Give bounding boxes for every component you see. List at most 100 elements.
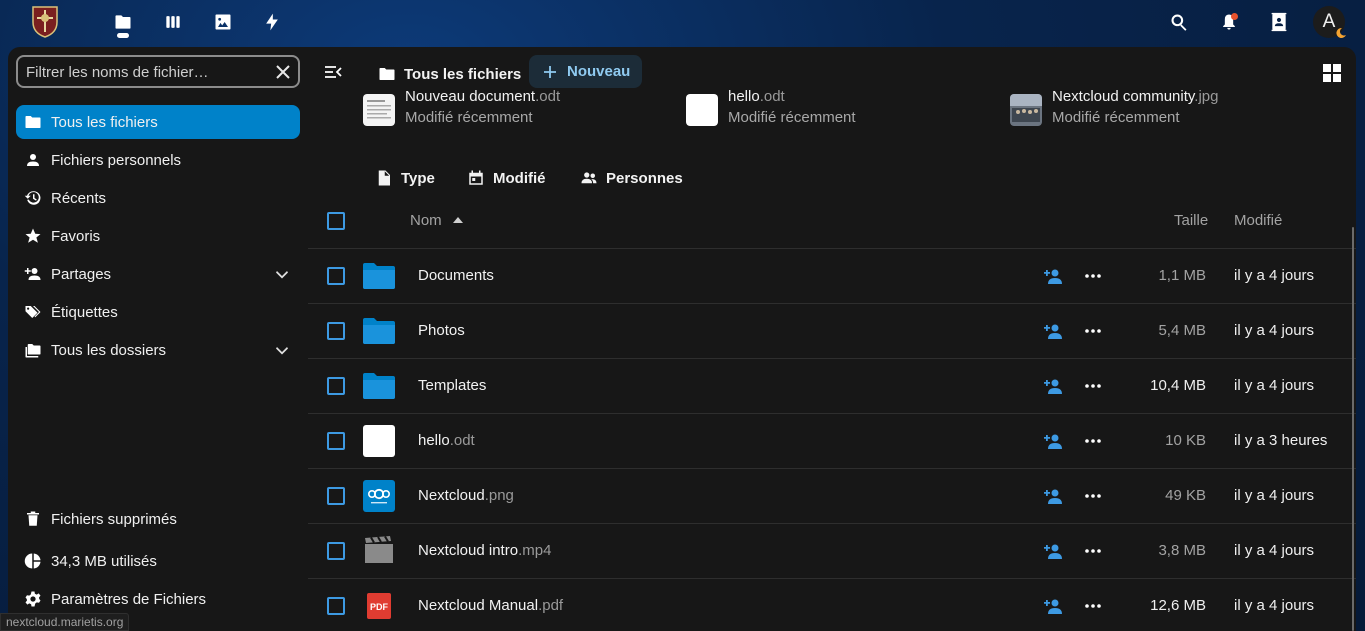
close-icon[interactable] (274, 63, 292, 81)
chevron-down-icon[interactable] (274, 266, 290, 282)
recent-file[interactable]: hello.odt Modifié récemment (686, 87, 856, 131)
document-icon (363, 425, 395, 457)
table-row[interactable]: PDF Nextcloud Manual.pdf 12,6 MB il y a 4 j… (308, 578, 1356, 631)
recent-file[interactable]: Nextcloud community.jpg Modifié récemmen… (1010, 87, 1218, 131)
file-name[interactable]: Nextcloud intro.mp4 (418, 542, 551, 559)
row-checkbox[interactable] (327, 267, 345, 285)
file-modified: il y a 4 jours (1234, 487, 1315, 504)
chevron-down-icon[interactable] (274, 342, 290, 358)
nav-item-trash[interactable]: Fichiers supprimés (16, 502, 300, 536)
nav-label: Favoris (51, 227, 101, 245)
file-name[interactable]: hello.odt (418, 432, 475, 449)
column-modified-header[interactable]: Modifié (1234, 212, 1282, 229)
more-options-icon[interactable] (1083, 267, 1103, 285)
folder-icon (363, 373, 395, 399)
quota-indicator[interactable]: 34,3 MB utilisés (16, 544, 300, 578)
toggle-navigation-icon[interactable] (324, 64, 342, 80)
row-checkbox[interactable] (327, 487, 345, 505)
share-icon[interactable] (1043, 322, 1063, 340)
nav-item-shares[interactable]: Partages (16, 257, 300, 291)
file-basename: Templates (418, 377, 487, 394)
file-modified: il y a 4 jours (1234, 597, 1315, 614)
share-icon[interactable] (1043, 542, 1063, 560)
table-row[interactable]: Documents 1,1 MB il y a 4 jours (308, 248, 1356, 303)
row-checkbox[interactable] (327, 432, 345, 450)
nav-item-settings[interactable]: Paramètres de Fichiers (16, 582, 300, 616)
filter-people[interactable]: Personnes (580, 166, 683, 190)
share-icon[interactable] (1043, 487, 1063, 505)
files-icon[interactable] (111, 10, 135, 34)
search-icon[interactable] (1167, 10, 1191, 34)
column-name-header[interactable]: Nom (410, 212, 442, 229)
pie-chart-icon (23, 551, 43, 571)
history-icon (23, 188, 43, 208)
more-options-icon[interactable] (1083, 487, 1103, 505)
table-row[interactable]: Nextcloud intro.mp4 3,8 MB il y a 4 jours (308, 523, 1356, 578)
nav-item-all-folders[interactable]: Tous les dossiers (16, 333, 300, 367)
file-name[interactable]: Nextcloud Manual.pdf (418, 597, 563, 614)
contacts-icon[interactable] (1267, 10, 1291, 34)
nav-item-tags[interactable]: Étiquettes (16, 295, 300, 329)
file-name[interactable]: Photos (418, 322, 465, 339)
more-options-icon[interactable] (1083, 377, 1103, 395)
file-size: 5,4 MB (1158, 322, 1206, 339)
plus-icon (544, 65, 556, 78)
more-options-icon[interactable] (1083, 597, 1103, 615)
more-options-icon[interactable] (1083, 432, 1103, 450)
share-icon[interactable] (1043, 377, 1063, 395)
table-row[interactable]: Nextcloud.png 49 KB il y a 4 jours (308, 468, 1356, 523)
gear-icon (23, 589, 43, 609)
file-basename: Nextcloud intro (418, 542, 519, 559)
deck-icon[interactable] (161, 10, 185, 34)
nav-label: Tous les dossiers (51, 341, 167, 359)
recent-subtitle: Modifié récemment (728, 109, 856, 126)
more-options-icon[interactable] (1083, 542, 1103, 560)
file-name[interactable]: Nextcloud.png (418, 487, 514, 504)
breadcrumb-label: Tous les fichiers (404, 65, 522, 83)
file-name[interactable]: Documents (418, 267, 494, 284)
recent-file[interactable]: Nouveau document.odt Modifié récemment (363, 87, 560, 131)
scrollbar[interactable] (1352, 227, 1354, 631)
share-icon[interactable] (1043, 432, 1063, 450)
nav-label: Paramètres de Fichiers (51, 590, 207, 608)
sort-ascending-icon[interactable] (453, 217, 463, 223)
row-checkbox[interactable] (327, 597, 345, 615)
row-checkbox[interactable] (327, 542, 345, 560)
share-icon[interactable] (1043, 267, 1063, 285)
table-row[interactable]: Templates 10,4 MB il y a 4 jours (308, 358, 1356, 413)
file-size: 1,1 MB (1158, 267, 1206, 284)
row-checkbox[interactable] (327, 377, 345, 395)
grid-view-icon[interactable] (1322, 63, 1342, 83)
nav-item-recent[interactable]: Récents (16, 181, 300, 215)
file-name[interactable]: Templates (418, 377, 486, 394)
column-size-header[interactable]: Taille (1174, 212, 1208, 229)
more-options-icon[interactable] (1083, 322, 1103, 340)
new-button[interactable]: Nouveau (529, 55, 642, 88)
nav-item-favorites[interactable]: Favoris (16, 219, 300, 253)
filter-field[interactable] (16, 55, 300, 88)
nav-item-all-files[interactable]: Tous les fichiers (16, 105, 300, 139)
svg-text:PDF: PDF (370, 602, 389, 612)
filter-modified-label: Modifié (493, 169, 546, 187)
file-basename: Nextcloud Manual (418, 597, 539, 614)
table-row[interactable]: Photos 5,4 MB il y a 4 jours (308, 303, 1356, 358)
share-icon[interactable] (1043, 597, 1063, 615)
recent-ext: .odt (535, 88, 561, 105)
filter-type[interactable]: Type (375, 166, 435, 190)
table-row[interactable]: hello.odt 10 KB il y a 3 heures (308, 413, 1356, 468)
quota-label: 34,3 MB utilisés (51, 552, 157, 570)
photos-icon[interactable] (211, 10, 235, 34)
filter-input[interactable] (26, 62, 266, 82)
row-checkbox[interactable] (327, 322, 345, 340)
breadcrumb-all-files[interactable]: Tous les fichiers (378, 62, 521, 86)
recent-subtitle: Modifié récemment (1052, 109, 1180, 126)
document-thumbnail (363, 94, 395, 126)
logo-icon[interactable] (30, 4, 60, 38)
pdf-icon: PDF (367, 593, 391, 619)
activity-icon[interactable] (260, 10, 284, 34)
nav-label: Fichiers personnels (51, 151, 182, 169)
select-all-checkbox[interactable] (327, 212, 345, 230)
filter-modified[interactable]: Modifié (467, 166, 546, 190)
nav-item-personal-files[interactable]: Fichiers personnels (16, 143, 300, 177)
file-modified: il y a 4 jours (1234, 267, 1315, 284)
